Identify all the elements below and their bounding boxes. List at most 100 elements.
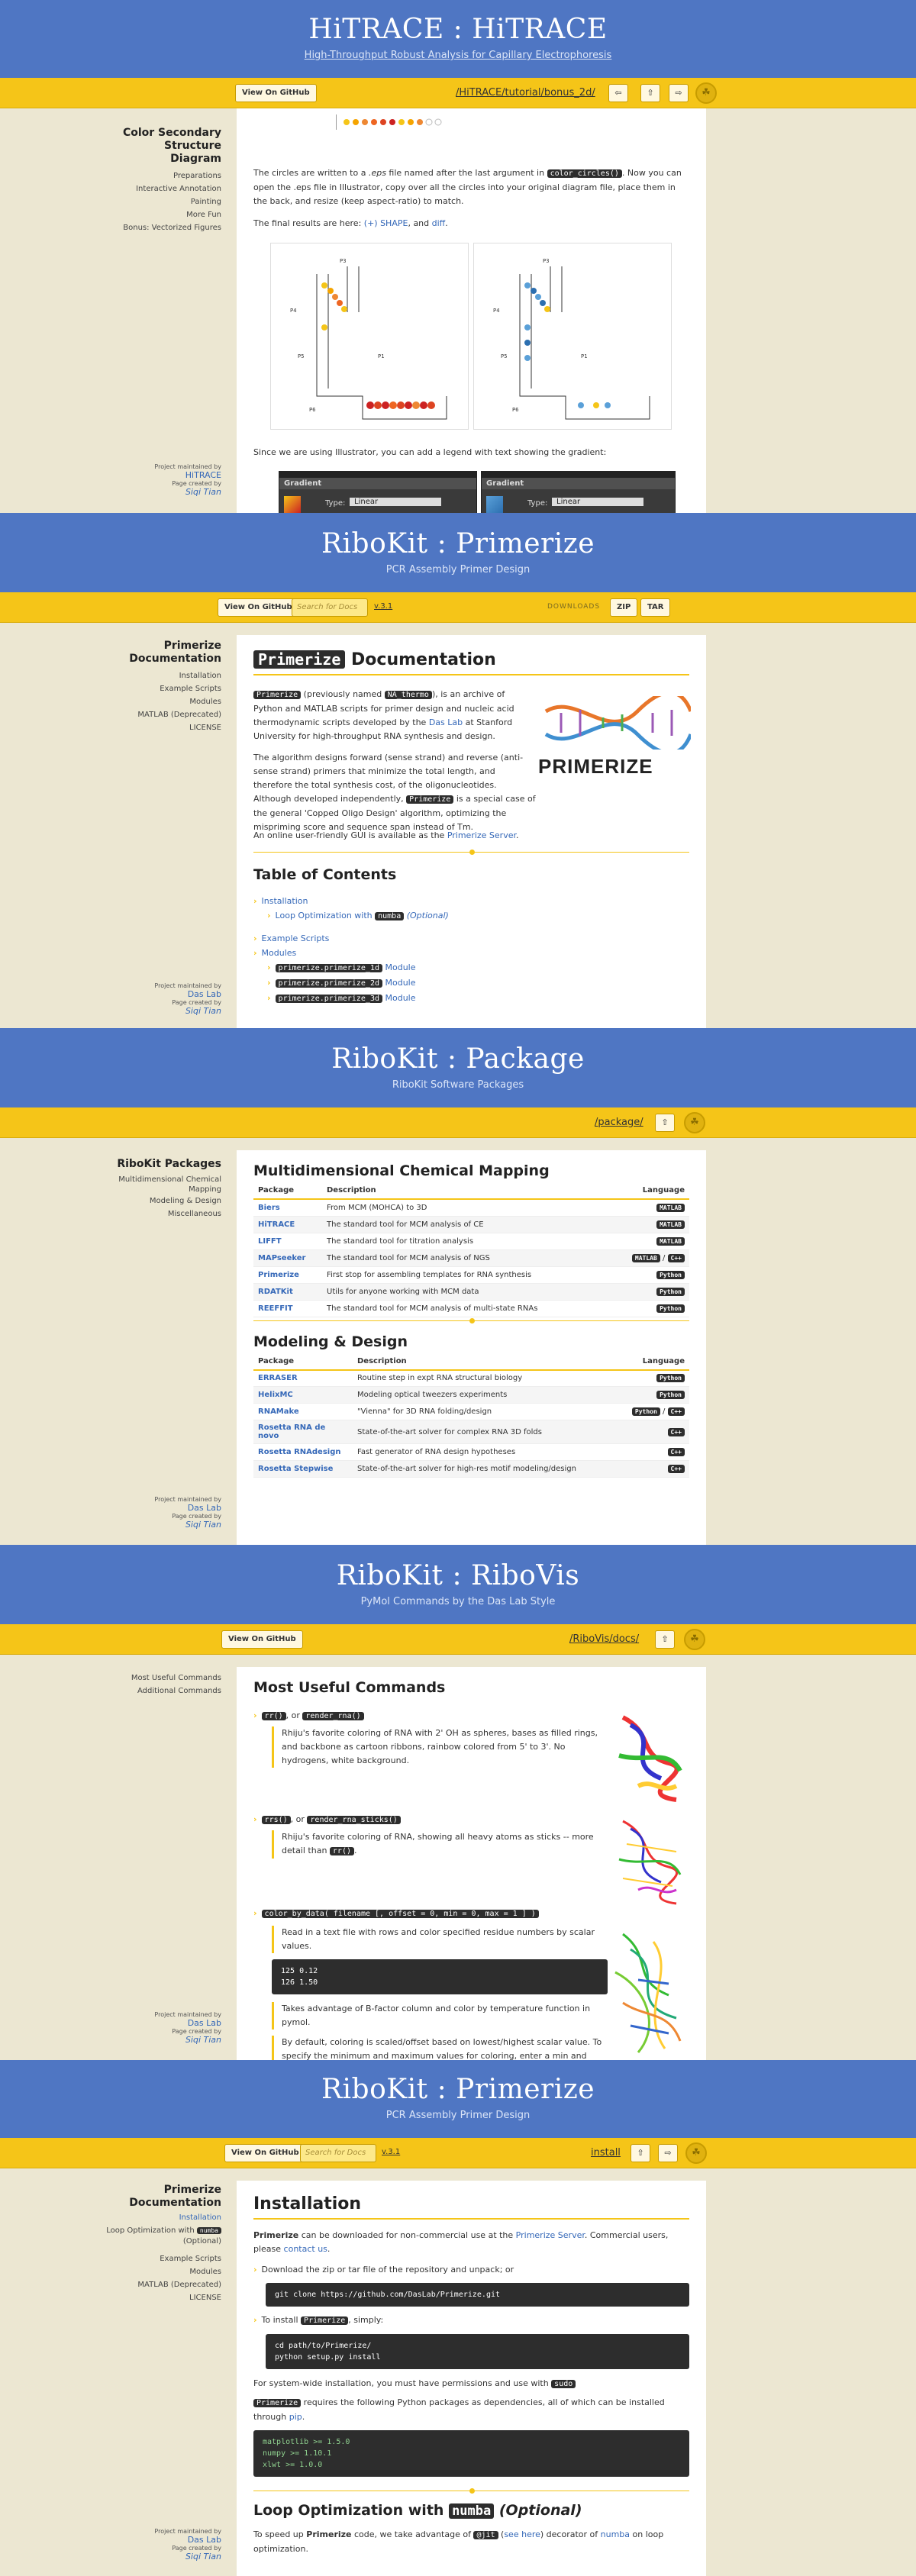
toc-item[interactable]: › primerize.primerize_2d Module [253,975,689,991]
credit-maintainer-link[interactable]: Das Lab [0,990,221,998]
nav-up-button[interactable]: ⇧ [655,1630,675,1649]
see-here-link[interactable]: see here [504,2529,540,2539]
primerize-server-link[interactable]: Primerize Server [447,830,516,840]
logo-icon[interactable]: ☘ [685,2142,707,2164]
toc-item[interactable]: › Installation [253,894,689,908]
sidebar-item[interactable]: LICENSE [0,721,221,734]
diff-link[interactable]: diff [432,218,446,228]
path-link[interactable]: /package/ [595,1117,643,1128]
toc-item[interactable]: › primerize.primerize_3d Module [253,991,689,1006]
package-name-link[interactable]: REEFFIT [253,1300,322,1317]
toc-link[interactable]: Installation [262,896,308,906]
nav-left-button[interactable]: ⇦ [608,84,628,102]
view-github-button[interactable]: View On GitHub [235,84,317,102]
tar-button[interactable]: TAR [640,598,671,617]
gradient-swatch[interactable] [284,496,301,513]
package-name-link[interactable]: Rosetta RNAdesign [253,1443,353,1461]
path-link[interactable]: install [591,2147,621,2158]
credit-maintainer-link[interactable]: HiTRACE [0,471,221,479]
package-name-link[interactable]: HiTRACE [253,1216,322,1233]
sidebar-item[interactable]: Multidimensional Chemical Mapping [0,1175,221,1195]
toc-link[interactable]: Module [385,978,416,988]
sidebar-item[interactable]: (Optional) [0,2237,221,2246]
credit-author-link[interactable]: Siqi Tian [0,2552,221,2561]
sidebar-item[interactable]: MATLAB (Deprecated) [0,2278,221,2291]
toc-item[interactable]: › primerize.primerize_1d Module [253,960,689,975]
package-name-link[interactable]: Rosetta RNA de novo [253,1420,353,1444]
structure-diagram-shape[interactable]: P3 P4 P5 P1 P6 [270,243,469,430]
nav-right-button[interactable]: ⇨ [669,84,689,102]
sidebar-item[interactable]: Bonus: Vectorized Figures [0,221,221,234]
sidebar-item[interactable]: Interactive Annotation [0,182,221,195]
version-link[interactable]: v.3.1 [374,602,392,611]
path-link[interactable]: /HiTRACE/tutorial/bonus_2d/ [456,87,595,98]
package-name-link[interactable]: RDATKit [253,1283,322,1301]
credit-author-link[interactable]: Siqi Tian [0,488,221,496]
sidebar-item[interactable]: Additional Commands [0,1685,221,1697]
toc-link[interactable]: Example Scripts [262,933,330,943]
zip-button[interactable]: ZIP [610,598,638,617]
toc-link[interactable]: Modules [262,948,297,958]
package-name-link[interactable]: ERRASER [253,1369,353,1387]
sidebar-item[interactable]: Modules [0,2265,221,2278]
package-name-link[interactable]: MAPseeker [253,1249,322,1267]
primerize-server-link[interactable]: Primerize Server [516,2230,585,2240]
toc-link-extra[interactable]: (Optional) [407,911,449,920]
sidebar-item[interactable]: Installation [0,2211,221,2224]
version-link[interactable]: v.3.1 [382,2148,400,2156]
package-name-link[interactable]: Biers [253,1199,322,1217]
credit-author-link[interactable]: Siqi Tian [0,2036,221,2044]
numba-link[interactable]: numba [601,2529,630,2539]
logo-icon[interactable]: ☘ [684,1629,705,1650]
package-name-link[interactable]: LIFFT [253,1233,322,1250]
das-lab-link[interactable]: Das Lab [429,717,463,727]
toc-item[interactable]: › Modules [253,946,689,960]
view-github-button[interactable]: View On GitHub [221,1630,303,1649]
package-name-link[interactable]: Primerize [253,1266,322,1284]
credit-maintainer-link[interactable]: Das Lab [0,2536,221,2544]
toc-item[interactable]: › Loop Optimization with numba (Optional) [253,908,689,924]
shape-link[interactable]: (+) SHAPE [364,218,408,228]
logo-icon[interactable]: ☘ [684,1112,705,1133]
sidebar-item[interactable]: Miscellaneous [0,1207,221,1220]
path-link[interactable]: /RiboVis/docs/ [569,1633,639,1645]
sidebar-item[interactable]: Most Useful Commands [0,1672,221,1685]
logo-icon[interactable]: ☘ [695,82,717,104]
view-github-button[interactable]: View On GitHub [224,2144,306,2162]
package-name-link[interactable]: Rosetta Stepwise [253,1460,353,1478]
credit-maintainer-link[interactable]: Das Lab [0,1504,221,1512]
toc-link[interactable]: Module [385,962,416,972]
toc-link[interactable]: Loop Optimization with [276,911,373,920]
sidebar-item[interactable]: Preparations [0,169,221,182]
search-input[interactable]: Search for Docs [292,598,368,617]
toc-link[interactable]: Module [385,993,416,1003]
sidebar-item[interactable]: Painting [0,195,221,208]
structure-diagram-diff[interactable]: P3 P4 P5 P1 P6 [473,243,672,430]
nav-up-button[interactable]: ⇧ [655,1114,675,1132]
gradient-swatch[interactable] [486,496,503,513]
search-input[interactable]: Search for Docs [300,2144,376,2162]
nav-up-button[interactable]: ⇧ [640,84,660,102]
package-name-link[interactable]: RNAMake [253,1403,353,1420]
gradient-type-select[interactable]: Linear [350,498,441,506]
sidebar-item[interactable]: More Fun [0,208,221,221]
credit-author-link[interactable]: Siqi Tian [0,1007,221,1015]
gradient-type-select[interactable]: Linear [552,498,643,506]
toc-item[interactable]: › Example Scripts [253,931,689,946]
sidebar-item[interactable]: Modules [0,695,221,708]
view-github-button[interactable]: View On GitHub [218,598,299,617]
sidebar-item[interactable]: LICENSE [0,2291,221,2304]
sidebar-item[interactable]: Example Scripts [0,682,221,695]
nav-up-button[interactable]: ⇧ [631,2144,650,2162]
pip-link[interactable]: pip [289,2412,302,2422]
package-name-link[interactable]: HelixMC [253,1386,353,1404]
credit-maintainer-link[interactable]: Das Lab [0,2019,221,2027]
credit-author-link[interactable]: Siqi Tian [0,1520,221,1529]
nav-right-button[interactable]: ⇨ [658,2144,678,2162]
sidebar-item[interactable]: Example Scripts [0,2252,221,2265]
sidebar-item[interactable]: Loop Optimization with numba [0,2224,221,2237]
sidebar-item[interactable]: MATLAB (Deprecated) [0,708,221,721]
sidebar-item[interactable]: Installation [0,669,221,682]
sidebar-item[interactable]: Modeling & Design [0,1195,221,1207]
contact-link[interactable]: contact us [284,2244,327,2254]
